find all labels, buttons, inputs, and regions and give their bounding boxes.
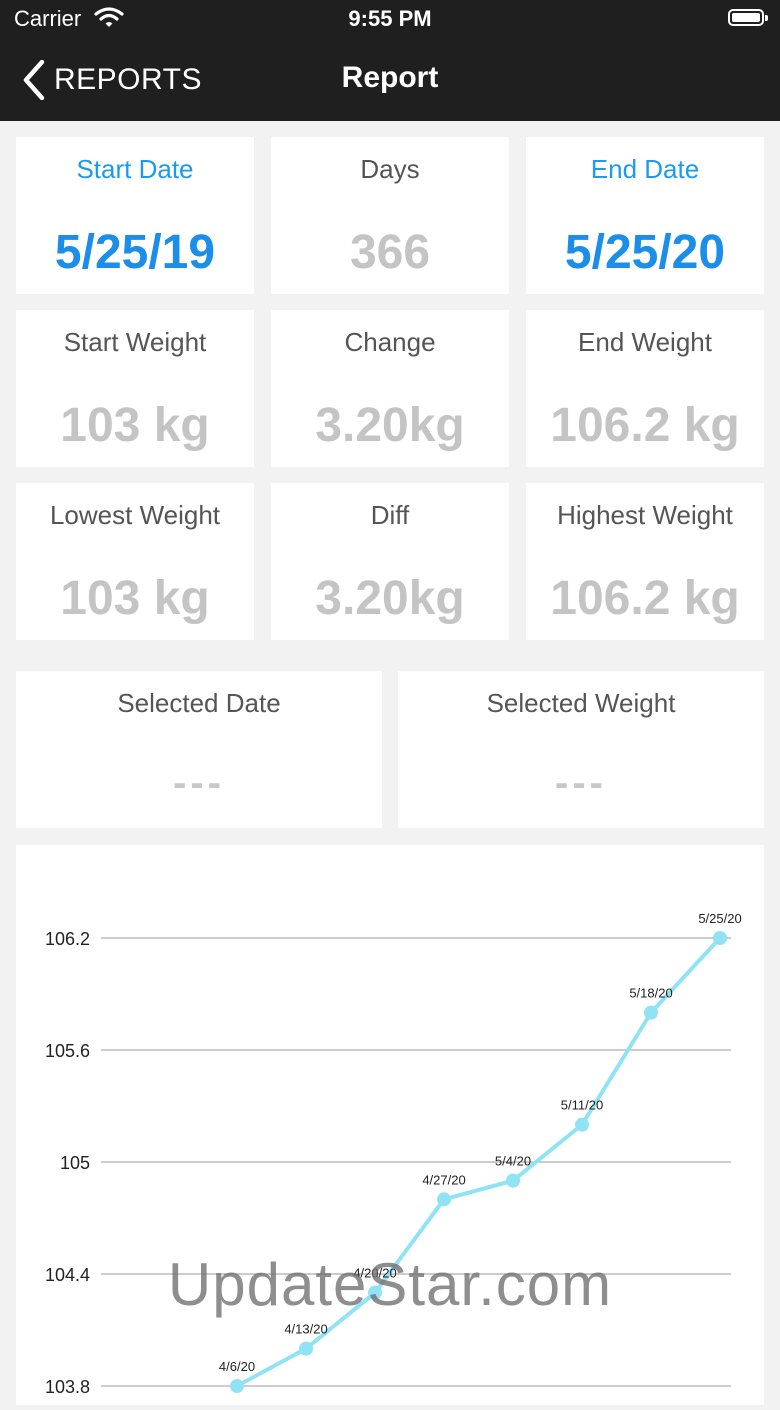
data-point <box>437 1192 451 1207</box>
change-label: Change <box>344 327 436 357</box>
end-date-card[interactable]: End Date 5/25/20 <box>526 137 764 294</box>
data-point <box>644 1005 658 1020</box>
start-date-value: 5/25/19 <box>54 226 216 279</box>
data-point <box>299 1341 313 1356</box>
data-label: 5/11/20 <box>561 1098 603 1113</box>
status-bar: Carrier 9:55 PM <box>0 0 780 40</box>
start-date-card[interactable]: Start Date 5/25/19 <box>16 137 254 294</box>
diff-label: Diff <box>370 500 410 530</box>
data-label: 4/27/20 <box>422 1172 465 1187</box>
selected-date-card: Selected Date --- <box>16 671 382 828</box>
end-date-value: 5/25/20 <box>564 226 726 279</box>
page-title: Report <box>341 61 439 94</box>
selected-date-value: --- <box>173 761 225 805</box>
data-point <box>230 1379 244 1393</box>
battery-icon <box>728 9 768 26</box>
days-value: 366 <box>349 226 431 279</box>
start-weight-card: Start Weight 103 kg <box>16 310 254 467</box>
selected-weight-value: --- <box>555 761 607 805</box>
highest-weight-card: Highest Weight 106.2 kg <box>526 483 764 640</box>
lowest-weight-card: Lowest Weight 103 kg <box>16 483 254 640</box>
data-label: 5/4/20 <box>495 1154 531 1169</box>
data-label: 5/18/20 <box>629 986 672 1001</box>
diff-value: 3.20kg <box>315 572 465 625</box>
selected-date-label: Selected Date <box>117 688 281 718</box>
data-label: 4/13/20 <box>284 1322 327 1337</box>
data-point <box>575 1117 589 1132</box>
end-weight-value: 106.2 kg <box>550 399 740 452</box>
weight-chart-card: 106.2 105.6 105 104.4 103.8 4/6/20 4/13/20 4/20… <box>16 845 764 1405</box>
watermark: UpdateStar.com <box>167 1251 613 1318</box>
data-label: 4/6/20 <box>219 1359 255 1374</box>
days-label: Days <box>360 154 420 184</box>
change-value: 3.20kg <box>315 399 465 452</box>
y-tick-label: 105.6 <box>45 1041 90 1061</box>
end-weight-label: End Weight <box>578 327 712 357</box>
end-date-label: End Date <box>590 154 700 184</box>
weight-line-chart[interactable]: 106.2105.6105104.4103.84/6/204/13/204/20… <box>16 845 764 1405</box>
start-date-label: Start Date <box>76 154 194 184</box>
navigation-bar: REPORTS Report <box>0 40 780 121</box>
highest-weight-label: Highest Weight <box>557 500 733 530</box>
end-weight-card: End Weight 106.2 kg <box>526 310 764 467</box>
y-tick-label: 103.8 <box>45 1377 90 1397</box>
selected-weight-label: Selected Weight <box>486 688 676 718</box>
lowest-weight-value: 103 kg <box>60 572 210 625</box>
y-tick-label: 106.2 <box>45 929 90 949</box>
data-point <box>506 1173 520 1188</box>
status-time: 9:55 PM <box>348 6 432 31</box>
change-card: Change 3.20kg <box>271 310 509 467</box>
y-tick-label: 105 <box>60 1153 90 1173</box>
days-card: Days 366 <box>271 137 509 294</box>
highest-weight-value: 106.2 kg <box>550 572 740 625</box>
data-point <box>713 931 727 945</box>
lowest-weight-label: Lowest Weight <box>49 500 221 530</box>
selected-weight-card: Selected Weight --- <box>398 671 764 828</box>
data-label: 5/25/20 <box>698 911 741 926</box>
start-weight-value: 103 kg <box>60 399 210 452</box>
diff-card: Diff 3.20kg <box>271 483 509 640</box>
start-weight-label: Start Weight <box>63 327 207 357</box>
